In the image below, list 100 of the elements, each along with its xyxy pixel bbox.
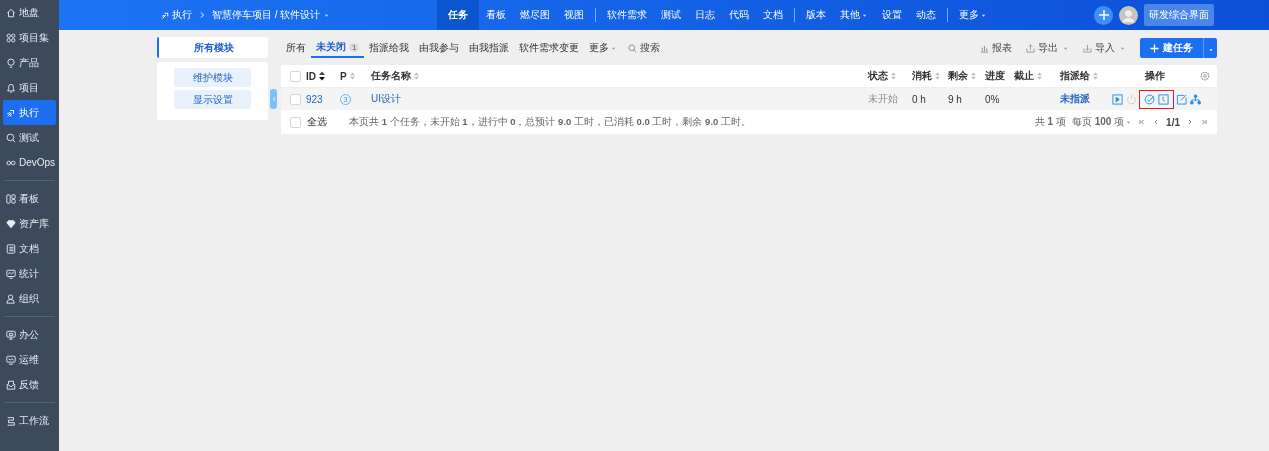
status-text: 未开始 (868, 92, 898, 106)
user-icon (6, 293, 16, 304)
sidebar-item[interactable]: 地盘 (3, 0, 56, 25)
filter-tab[interactable]: 未关闭 1 (311, 38, 365, 58)
search-icon (6, 132, 16, 143)
nav-tab[interactable]: 更多 (952, 0, 994, 30)
search-link[interactable]: 搜索 (628, 41, 661, 55)
edit-icon[interactable] (1176, 93, 1187, 105)
breadcrumb-dropdown[interactable]: 智慧停车项目 / 软件设计 (212, 8, 331, 22)
grid-icon (6, 32, 16, 43)
nav-tab[interactable]: 任务 (437, 0, 479, 30)
sidebar-item[interactable]: 组织 (3, 286, 56, 311)
check-circle-icon[interactable] (1144, 93, 1155, 105)
nav-tab[interactable]: 文档 (756, 0, 790, 30)
select-all-label[interactable]: 全选 (307, 115, 327, 129)
breadcrumb-link[interactable]: 执行 (161, 8, 192, 22)
chevron-icon (271, 95, 276, 103)
collapse-handle[interactable] (270, 89, 277, 109)
column-header[interactable]: 消耗 (912, 69, 940, 83)
next-page-icon[interactable] (1186, 118, 1194, 126)
sidebar-item[interactable]: 项目 (3, 75, 56, 100)
column-header[interactable]: 任务名称 (371, 69, 419, 83)
column-header[interactable]: P (340, 70, 355, 82)
bell-icon (6, 82, 16, 93)
page-size-dropdown[interactable]: 每页 100 项 (1071, 115, 1133, 129)
nav-tab[interactable]: 看板 (479, 0, 513, 30)
module-button[interactable]: 显示设置 (174, 90, 251, 109)
sidebar-item[interactable]: 统计 (3, 261, 56, 286)
sidebar-item[interactable]: 看板 (3, 186, 56, 211)
download-icon (1083, 43, 1092, 53)
nav-tab[interactable]: 设置 (875, 0, 909, 30)
last-page-icon[interactable] (1200, 118, 1208, 126)
bulb-icon (6, 57, 16, 68)
column-header: 进度 (985, 69, 1005, 83)
sidebar-item[interactable]: 运维 (3, 347, 56, 372)
sort-icon (971, 72, 976, 80)
module-tab[interactable]: 所有模块 (157, 37, 268, 58)
column-header[interactable]: 状态 (868, 69, 896, 83)
nav-tab[interactable]: 动态 (909, 0, 943, 30)
settings-icon[interactable] (1200, 71, 1210, 81)
checkbox[interactable] (290, 93, 301, 105)
clock-icon[interactable] (1158, 93, 1169, 105)
sidebar-item[interactable]: 资产库 (3, 211, 56, 236)
module-button[interactable]: 维护模块 (174, 68, 251, 87)
filter-tab[interactable]: 更多 (584, 38, 623, 58)
sidebar-item[interactable]: 执行 (3, 100, 56, 125)
avatar-icon[interactable] (1119, 5, 1138, 25)
column-header[interactable]: 指派给 (1060, 69, 1098, 83)
add-button[interactable] (1094, 5, 1113, 25)
nav-tab[interactable]: 代码 (722, 0, 756, 30)
sidebar-item[interactable]: 办公 (3, 322, 56, 347)
nav-tab[interactable]: 版本 (799, 0, 833, 30)
nav-tab[interactable]: 测试 (654, 0, 688, 30)
filter-tab[interactable]: 指派给我 (364, 38, 415, 58)
task-name-link[interactable]: UI设计 (371, 92, 401, 106)
checkbox[interactable] (290, 116, 301, 128)
checkbox[interactable] (290, 70, 301, 82)
sort-icon (1037, 72, 1042, 80)
column-header: 操作 (1145, 69, 1165, 83)
import-button[interactable]: 导入 (1083, 41, 1126, 55)
sort-icon (1093, 72, 1098, 80)
report-button[interactable]: 报表 (980, 41, 1012, 55)
filter-tab[interactable]: 软件需求变更 (514, 38, 585, 58)
caret-icon (1207, 46, 1214, 53)
sort-icon (935, 72, 940, 80)
sort-icon (414, 72, 419, 80)
sidebar-item[interactable]: 文档 (3, 236, 56, 261)
left-hours: 9 h (948, 93, 962, 105)
column-header[interactable]: ID (306, 70, 325, 82)
board-icon (6, 193, 16, 204)
first-page-icon[interactable] (1138, 118, 1147, 126)
assign-link[interactable]: 未指派 (1060, 92, 1090, 106)
sidebar-item[interactable]: 测试 (3, 125, 56, 150)
filter-tab[interactable]: 由我参与 (414, 38, 465, 58)
chart-icon (6, 268, 16, 279)
chevron-icon (198, 11, 206, 19)
interface-switch-button[interactable]: 研发综合界面 (1144, 4, 1214, 26)
nav-tab[interactable]: 视图 (557, 0, 591, 30)
nav-tab[interactable]: 燃尽图 (513, 0, 557, 30)
progress-text: 0% (985, 93, 1000, 105)
export-button[interactable]: 导出 (1026, 41, 1069, 55)
mail-icon (6, 379, 16, 390)
filter-tab[interactable]: 由我指派 (464, 38, 515, 58)
task-id-link[interactable]: 923 (306, 93, 323, 105)
bar-chart-icon (980, 43, 989, 53)
sidebar-item[interactable]: 工作流 (3, 408, 56, 433)
sidebar-item[interactable]: 反馈 (3, 372, 56, 397)
nav-tab[interactable]: 软件需求 (600, 0, 654, 30)
hierarchy-icon[interactable] (1190, 93, 1201, 105)
nav-tab[interactable]: 其他 (833, 0, 875, 30)
dropdown-button[interactable] (1203, 38, 1217, 58)
filter-tab[interactable]: 所有 (281, 38, 311, 58)
sidebar-item[interactable]: 产品 (3, 50, 56, 75)
sidebar-item[interactable]: 项目集 (3, 25, 56, 50)
total-count: 共 1 项 (1034, 115, 1066, 129)
nav-tab[interactable]: 日志 (688, 0, 722, 30)
column-header[interactable]: 剩余 (948, 69, 976, 83)
sidebar-item[interactable]: DevOps (3, 150, 56, 175)
create-task-button[interactable]: 建任务 (1140, 38, 1203, 58)
column-header[interactable]: 截止 (1014, 69, 1042, 83)
